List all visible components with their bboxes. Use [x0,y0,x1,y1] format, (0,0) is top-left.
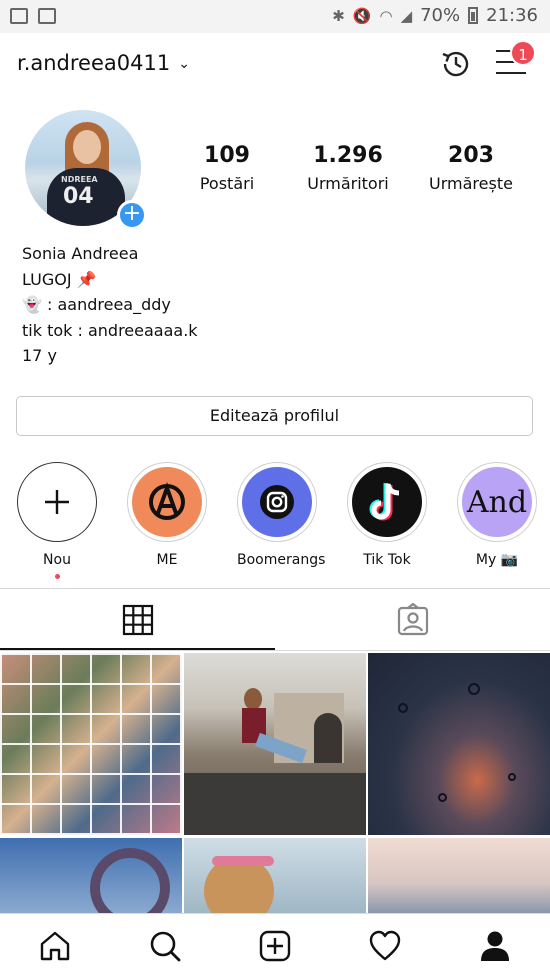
posts-stat[interactable]: 109 Postări [172,143,282,193]
download-icon [38,8,56,24]
followers-stat[interactable]: 1.296 Urmăritori [293,143,403,193]
bio-line: LUGOJ 📌 [22,269,97,289]
highlight-label: Tik Tok [363,552,411,568]
post-thumbnail[interactable] [368,653,550,835]
add-post-icon[interactable] [257,928,293,964]
battery-percent: 70% [420,5,461,26]
bio-line: tik tok : andreeaaaa.k [22,320,198,340]
add-story-icon[interactable]: + [117,200,147,230]
highlight-label: My 📷 [475,552,519,568]
following-count: 203 [448,143,494,168]
post-thumbnail[interactable] [368,838,550,913]
highlight-new[interactable]: Nou [17,462,97,579]
status-bar: ✱ 🔇 ◠ ◢ 70% 21:36 [0,0,550,33]
posts-count: 109 [204,143,250,168]
home-icon[interactable] [37,928,73,964]
heart-icon[interactable] [367,928,403,964]
following-label: Urmărește [429,174,513,193]
plus-icon [22,467,92,537]
highlight-boomerangs[interactable]: Boomerangs [237,462,326,568]
bio-line: 👻 : aandreea_ddy [22,295,171,314]
highlight-label: ME [156,552,178,568]
post-thumbnail[interactable] [0,838,182,913]
post-thumbnail[interactable] [184,653,366,835]
highlight-me[interactable]: ME [127,462,207,568]
profile-icon[interactable] [477,928,513,964]
instagram-icon [260,485,294,519]
bluetooth-icon: ✱ [332,6,345,25]
bottom-navigation [0,913,550,977]
clock: 21:36 [486,5,538,26]
highlight-label: Nou [43,552,71,568]
and-logo: And [462,467,532,537]
post-thumbnail[interactable] [0,653,182,835]
tagged-icon [397,603,428,636]
battery-icon [468,7,479,24]
grid-icon [122,604,153,636]
post-thumbnail[interactable] [184,838,366,913]
gmail-icon [10,8,28,24]
edit-profile-button[interactable]: Editează profilul [16,396,533,436]
profile-header: r.andreea0411 ⌄ 1 [0,33,550,99]
wifi-icon: ◠ [379,6,393,25]
posts-label: Postări [199,174,255,193]
mute-icon: 🔇 [352,6,372,25]
divider [0,650,550,651]
followers-count: 1.296 [313,143,383,168]
new-dot [54,574,60,579]
display-name: Sonia Andreea [22,244,139,263]
highlight-label: Boomerangs [237,552,326,568]
tab-tagged[interactable] [275,590,550,650]
following-stat[interactable]: 203 Urmărește [416,143,526,193]
followers-label: Urmăritori [307,174,389,193]
highlight-my[interactable]: And My 📷 [457,462,537,568]
search-icon[interactable] [147,928,183,964]
account-switcher[interactable]: r.andreea0411 ⌄ [17,51,190,75]
highlight-tiktok[interactable]: Tik Tok [347,462,427,568]
divider [0,588,550,589]
profile-bio: Sonia Andreea LUGOJ 📌 👻 : aandreea_ddy t… [22,241,198,369]
chevron-down-icon: ⌄ [178,56,190,72]
anarchy-icon [132,467,202,537]
notification-badge: 1 [510,40,536,66]
tab-grid[interactable] [0,590,275,650]
tiktok-icon [369,483,400,521]
signal-icon: ◢ [400,6,413,25]
history-icon[interactable] [439,47,473,81]
bio-line: 17 y [22,346,57,365]
username: r.andreea0411 [17,51,171,75]
